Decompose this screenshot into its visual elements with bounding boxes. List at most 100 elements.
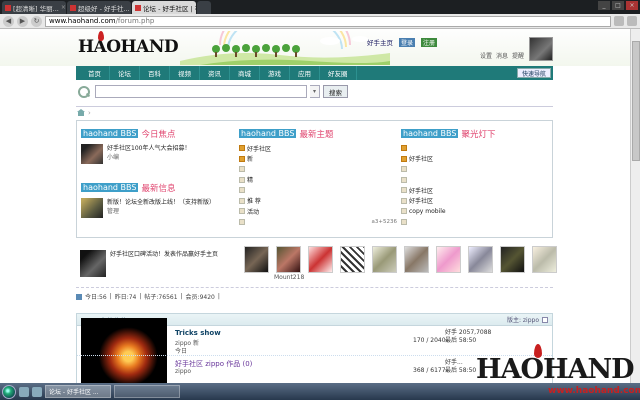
page-scrollbar[interactable] [630,29,640,383]
close-icon[interactable]: × [61,4,66,11]
thread-title[interactable]: 活动 [247,207,259,216]
gallery-thumbnail[interactable] [244,246,269,273]
sub-link[interactable]: 设置 [480,51,492,60]
browser-tab[interactable]: 超级好 - 好手社...× [67,1,131,14]
thread-title[interactable]: 好手社区 [409,186,433,195]
gallery-thumbnail[interactable] [308,246,333,273]
url-path: /forum.php [115,17,155,25]
featured-title[interactable]: 好手社区口碑活动！发表作品赢好手主页 [110,250,218,277]
taskbar-window[interactable]: 论坛 - 好手社区 ... [45,385,111,398]
quick-nav-button[interactable]: 快速导航 [516,68,551,78]
search-type-select[interactable]: ▾ [310,85,320,98]
avatar[interactable] [529,37,553,61]
user-link[interactable]: 好手主页 [367,37,393,47]
minimize-icon[interactable]: _ [598,1,610,10]
thread-title[interactable]: copy mobile [409,208,446,215]
thread-title[interactable]: 推 荐 [247,196,261,205]
forum-last-post[interactable]: 好手 2057,7088 最后 58:50 [445,329,491,345]
search-input[interactable] [95,85,307,98]
list-item[interactable] [401,143,551,154]
collapse-icon[interactable] [542,316,548,323]
thread-list: 好手社区 好手社区 好手社区 copy mobile [401,143,551,227]
list-item[interactable]: 精 [239,175,397,186]
list-item[interactable]: 新 [239,154,397,165]
featured-post[interactable]: 新版！论坛全新改版上线！（支持新版） 管理 [81,198,236,218]
quicklaunch-icon[interactable] [32,386,42,397]
list-item[interactable]: 推 荐 [239,196,397,207]
quicklaunch-icon[interactable] [19,386,29,397]
featured-post[interactable]: 好手社区100年人气大会招募！ 小编 [81,144,236,164]
list-item[interactable] [401,217,551,228]
gallery-thumbnail[interactable] [276,246,301,273]
list-item[interactable]: 好手社区 [401,185,551,196]
taskbar-window[interactable] [114,385,180,398]
list-item[interactable] [401,175,551,186]
register-badge[interactable]: 注册 [421,37,438,47]
featured-title[interactable]: 好手社区100年人气大会招募！ [107,144,190,153]
page-menu-icon[interactable] [614,16,624,26]
search-button[interactable]: 搜索 [323,85,348,98]
list-item[interactable]: 好手社区 [401,154,551,165]
nav-item[interactable]: 游戏 [260,66,290,80]
featured-thumbnail[interactable] [81,144,103,164]
nav-item[interactable]: 论坛 [110,66,140,80]
home-icon[interactable] [77,109,85,116]
forum-last-post[interactable]: 好手... 最后 58:50 [445,359,476,375]
forum-title[interactable]: Tricks show [175,329,221,337]
gallery-thumbnail[interactable] [436,246,461,273]
moderator-label[interactable]: 版主: zippo [507,315,539,324]
back-icon[interactable]: ◀ [3,15,14,27]
list-item[interactable]: 好手社区 [239,143,397,154]
scrollbar-thumb[interactable] [632,41,640,161]
nav-item[interactable]: 商城 [230,66,260,80]
start-button[interactable] [2,384,16,399]
nav-item[interactable]: 首页 [80,66,110,80]
featured-thumbnail[interactable] [80,250,106,277]
thread-title[interactable]: 好手社区 [409,154,433,163]
list-item[interactable] [239,185,397,196]
browser-tab[interactable]: [超清晰] 华丽... × [2,1,66,14]
list-item[interactable]: 好手社区 [401,196,551,207]
list-item[interactable] [239,164,397,175]
new-tab-button[interactable] [197,1,211,14]
browser-tab-active[interactable]: 论坛 - 好手社区 | 社...× [132,1,196,14]
url-field[interactable]: www.haohand.com/forum.php [45,15,611,27]
thread-title[interactable]: 好手社区 [409,196,433,205]
main-nav: 首页 论坛 百科 视频 资讯 商城 游戏 应用 好友圈 快速导航 [76,66,553,80]
list-item[interactable]: a3+5236 [239,217,397,228]
maximize-icon[interactable]: □ [612,1,624,10]
nav-item[interactable]: 好友圈 [320,66,357,80]
nav-item[interactable]: 百科 [140,66,170,80]
list-item[interactable] [401,164,551,175]
featured-title[interactable]: 新版！论坛全新改版上线！（支持新版） [107,198,215,207]
gallery-thumbnail[interactable] [468,246,493,273]
site-header: HAOHAND 好手主页 登录 注册 设置 消息 提醒 [0,29,640,66]
thread-title[interactable]: 好手社区 [247,144,271,153]
list-item[interactable]: copy mobile [401,206,551,217]
nav-item[interactable]: 应用 [290,66,320,80]
login-badge[interactable]: 登录 [399,37,416,47]
site-logo[interactable]: HAOHAND [78,37,179,57]
nav-item[interactable]: 视频 [170,66,200,80]
gallery-thumbnail[interactable] [500,246,525,273]
gallery-thumbnail[interactable] [404,246,429,273]
thread-title[interactable]: 新 [247,154,253,163]
list-item[interactable]: 活动 [239,206,397,217]
sub-link[interactable]: 提醒 [512,51,524,60]
gallery-thumbnail[interactable] [340,246,365,273]
forum-stats: 今日:56 | 昨日:74 | 帖子:76561 | 会员:9420 | [76,291,553,302]
thread-title[interactable]: 精 [247,175,253,184]
gallery-strip: 好手社区口碑活动！发表作品赢好手主页 Mount218 [76,240,557,288]
forum-subtext: 今日 [175,348,188,355]
featured-thumbnail[interactable] [81,198,103,218]
nav-item[interactable]: 资讯 [200,66,230,80]
forward-icon[interactable]: ▶ [17,15,28,27]
section-title-text: 聚光灯下 [461,129,496,140]
sub-link[interactable]: 消息 [496,51,508,60]
gallery-thumbnail[interactable] [532,246,557,273]
reload-icon[interactable]: ↻ [31,15,42,27]
gallery-thumbnail[interactable] [372,246,397,273]
wrench-icon[interactable] [627,16,637,26]
close-window-icon[interactable]: × [626,1,638,10]
featured-post[interactable]: 好手社区口碑活动！发表作品赢好手主页 [80,250,230,277]
